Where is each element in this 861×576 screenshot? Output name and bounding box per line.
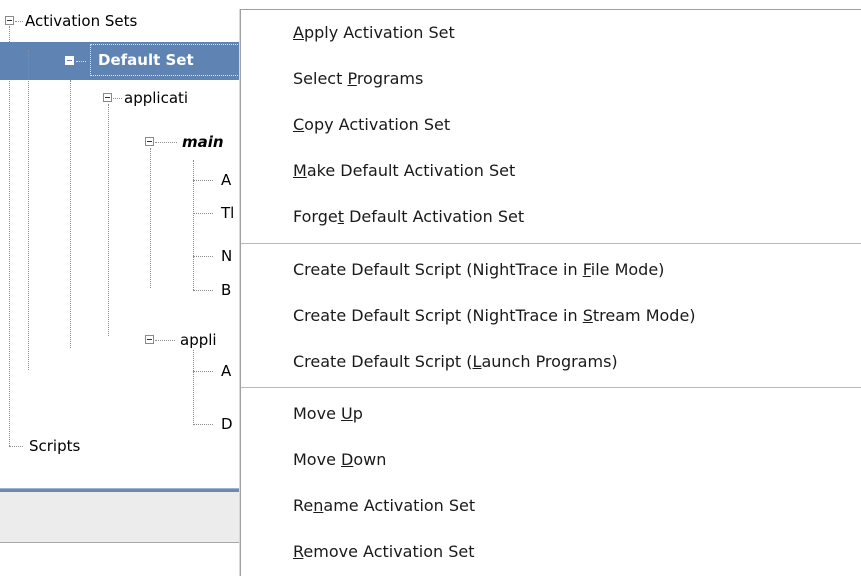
tree-leaf[interactable]: N [221,243,232,269]
tree-connector [15,21,23,22]
menu-item-copy-activation-set[interactable]: Copy Activation Set [241,102,861,148]
tree-item-scripts[interactable]: Scripts [29,433,80,459]
menu-separator [241,243,861,245]
tree-item-application-1[interactable]: applicati [124,85,188,111]
menu-item-move-up[interactable]: Move Up [241,391,861,437]
tree-root-activation-sets[interactable]: Activation Sets [25,8,137,34]
tree-leaf[interactable]: D [221,411,233,437]
tree-item-main[interactable]: main [182,129,224,155]
collapse-icon[interactable] [145,137,154,146]
tree-connector [76,61,86,62]
tree-connector [113,98,122,99]
tree-connector [9,26,10,446]
tree-leaf[interactable]: A [221,167,231,193]
menu-item-forget-default[interactable]: Forget Default Activation Set [241,194,861,240]
menu-item-make-default[interactable]: Make Default Activation Set [241,148,861,194]
tree-leaf[interactable]: Tl [221,200,234,226]
tree-connector [193,213,213,214]
menu-item-remove-activation-set[interactable]: Remove Activation Set [241,529,861,575]
collapse-icon[interactable] [145,335,154,344]
tree-item-application-2[interactable]: appli [180,327,217,353]
collapse-icon[interactable] [103,93,112,102]
tree-connector [193,290,213,291]
menu-item-script-stream-mode[interactable]: Create Default Script (NightTrace in Str… [241,293,861,339]
tree-connector [193,180,213,181]
menu-item-select-programs[interactable]: Select Programs [241,56,861,102]
tree-connector [150,148,151,288]
tree-connector [70,80,71,348]
tree-connector [155,340,175,341]
collapse-icon[interactable] [65,56,74,65]
menu-item-apply-activation-set[interactable]: Apply Activation Set [241,10,861,56]
tree-leaf[interactable]: B [221,277,231,303]
tree-connector [193,424,213,425]
tree-connector [28,50,29,370]
menu-item-script-launch-programs[interactable]: Create Default Script (Launch Programs) [241,339,861,385]
tree-leaf[interactable]: A [221,358,231,384]
context-menu: Apply Activation Set Select Programs Cop… [240,9,861,576]
tree-connector [193,350,194,425]
menu-item-script-file-mode[interactable]: Create Default Script (NightTrace in Fil… [241,247,861,293]
tree-connector [9,446,23,447]
tree-connector [155,142,177,143]
tree-connector [108,104,109,336]
collapse-icon[interactable] [5,16,14,25]
tree-item-default-set[interactable]: Default Set [98,47,194,73]
menu-item-rename-activation-set[interactable]: Rename Activation Set [241,483,861,529]
menu-separator [241,387,861,389]
tree-connector [193,371,213,372]
menu-item-move-down[interactable]: Move Down [241,437,861,483]
tree-connector [193,256,213,257]
